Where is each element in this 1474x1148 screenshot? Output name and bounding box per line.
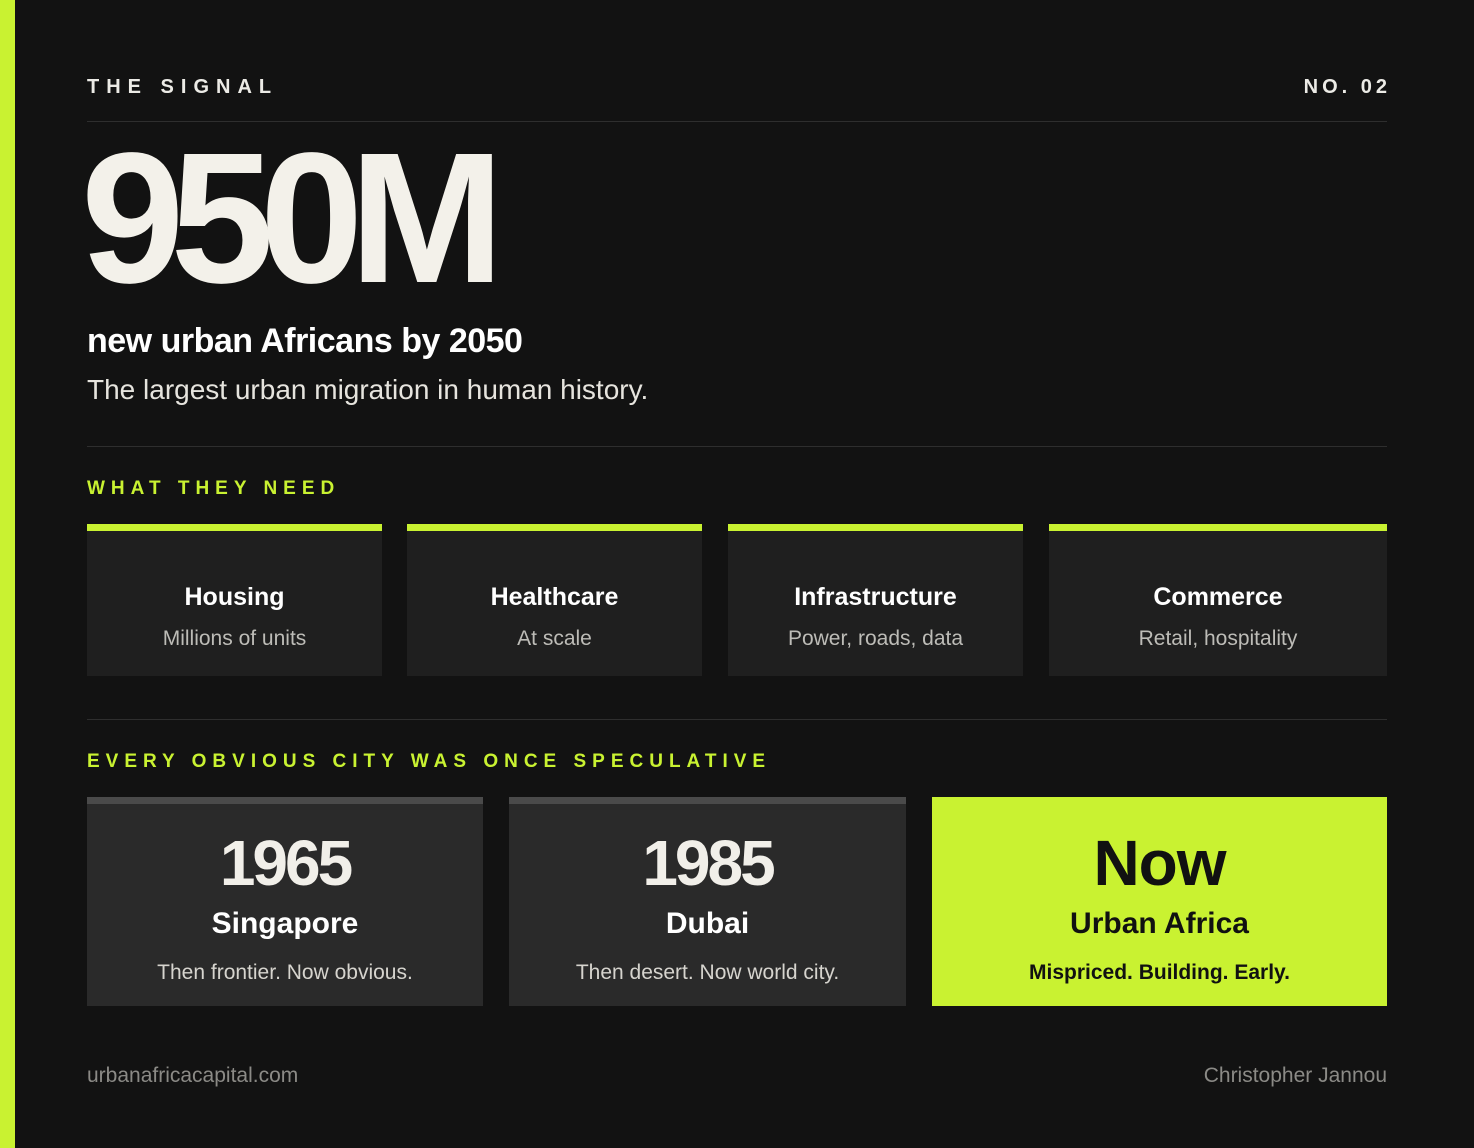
- city-year: 1985: [642, 827, 775, 899]
- need-card-commerce: Commerce Retail, hospitality: [1049, 524, 1387, 676]
- need-title: Healthcare: [490, 583, 619, 611]
- need-title: Infrastructure: [794, 583, 957, 611]
- city-card-singapore: 1965 Singapore Then frontier. Now obviou…: [87, 797, 483, 1006]
- issue-number: NO. 02: [1303, 76, 1391, 98]
- city-card-urban-africa: Now Urban Africa Mispriced. Building. Ea…: [932, 797, 1387, 1006]
- signal-page: THE SIGNAL NO. 02 950M new urban African…: [81, 0, 1387, 1148]
- need-title: Housing: [184, 583, 285, 611]
- city-year: 1965: [219, 827, 353, 899]
- need-title: Commerce: [1153, 583, 1283, 611]
- city-name: Dubai: [665, 907, 750, 940]
- cities-section-label: EVERY OBVIOUS CITY WAS ONCE SPECULATIVE: [87, 751, 772, 772]
- cities-grid: 1965 Singapore Then frontier. Now obviou…: [87, 797, 1387, 1006]
- city-note: Then frontier. Now obvious.: [157, 961, 413, 984]
- need-desc: Power, roads, data: [787, 627, 964, 650]
- city-note: Mispriced. Building. Early.: [1029, 961, 1290, 984]
- need-card-housing: Housing Millions of units: [87, 524, 382, 676]
- needs-grid: Housing Millions of units Healthcare At …: [87, 524, 1387, 676]
- need-desc: Millions of units: [162, 627, 307, 650]
- hero-title: new urban Africans by 2050: [87, 322, 523, 360]
- needs-section-label: WHAT THEY NEED: [87, 478, 341, 499]
- need-desc: At scale: [517, 627, 592, 650]
- hero-number: 950M: [81, 115, 504, 322]
- need-card-infrastructure: Infrastructure Power, roads, data: [728, 524, 1023, 676]
- city-name: Singapore: [211, 907, 359, 940]
- need-card-healthcare: Healthcare At scale: [407, 524, 702, 676]
- accent-bar: [0, 0, 15, 1148]
- footer: urbanafricacapital.com Christopher Janno…: [87, 1064, 1387, 1088]
- publication-name: THE SIGNAL: [87, 76, 279, 98]
- divider-middle: [87, 446, 1387, 447]
- city-year: Now: [1093, 827, 1226, 899]
- footer-author: Christopher Jannou: [1203, 1064, 1387, 1087]
- hero-subtitle: The largest urban migration in human his…: [87, 374, 649, 405]
- footer-website[interactable]: urbanafricacapital.com: [87, 1064, 298, 1088]
- city-card-dubai: 1985 Dubai Then desert. Now world city.: [509, 797, 906, 1006]
- header: THE SIGNAL NO. 02: [87, 76, 1387, 99]
- city-note: Then desert. Now world city.: [575, 961, 840, 984]
- city-name: Urban Africa: [1070, 907, 1249, 940]
- divider-lower: [87, 719, 1387, 720]
- need-desc: Retail, hospitality: [1138, 627, 1298, 650]
